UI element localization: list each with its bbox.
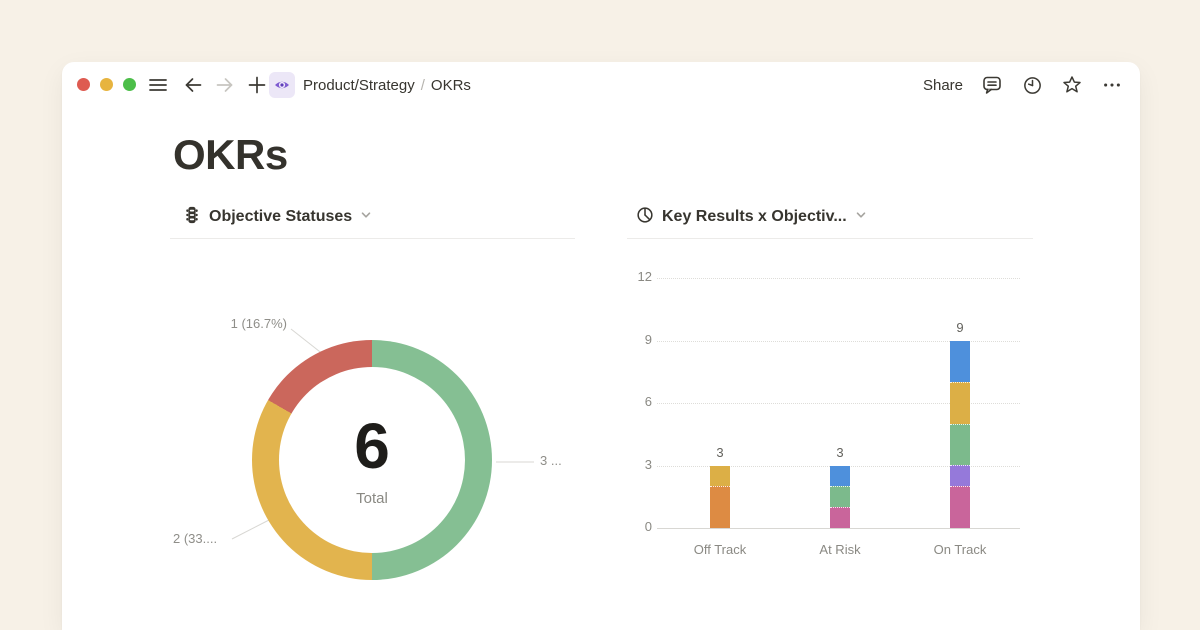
bar-total-label: 3 (818, 445, 862, 460)
x-category-label: Off Track (675, 542, 765, 557)
desktop-background: Product/Strategy / OKRs Share (0, 0, 1200, 630)
bar-segment[interactable] (830, 466, 850, 487)
y-tick-label: 6 (602, 394, 652, 409)
bar-segment[interactable] (950, 341, 970, 383)
bar-segment[interactable] (950, 424, 970, 466)
y-tick-label: 0 (602, 519, 652, 534)
stacked-bar[interactable] (710, 466, 730, 529)
bar-segment[interactable] (830, 507, 850, 528)
bar-chart-layer: 0 3 6 9 12 3 Off Track 3 At Risk 9 On Track (62, 62, 1140, 630)
bar-segment[interactable] (710, 466, 730, 487)
y-gridline (657, 278, 1020, 279)
app-window: Product/Strategy / OKRs Share (62, 62, 1140, 630)
x-axis-line (657, 528, 1020, 529)
bar-total-label: 3 (698, 445, 742, 460)
bar-segment[interactable] (830, 486, 850, 507)
stacked-bar[interactable] (830, 466, 850, 529)
x-category-label: On Track (915, 542, 1005, 557)
y-tick-label: 12 (602, 269, 652, 284)
bar-segment[interactable] (950, 486, 970, 528)
y-tick-label: 3 (602, 457, 652, 472)
x-category-label: At Risk (795, 542, 885, 557)
y-tick-label: 9 (602, 332, 652, 347)
bar-segment[interactable] (710, 486, 730, 528)
stacked-bar[interactable] (950, 341, 970, 529)
bar-total-label: 9 (938, 320, 982, 335)
bar-segment[interactable] (950, 382, 970, 424)
bar-segment[interactable] (950, 465, 970, 486)
